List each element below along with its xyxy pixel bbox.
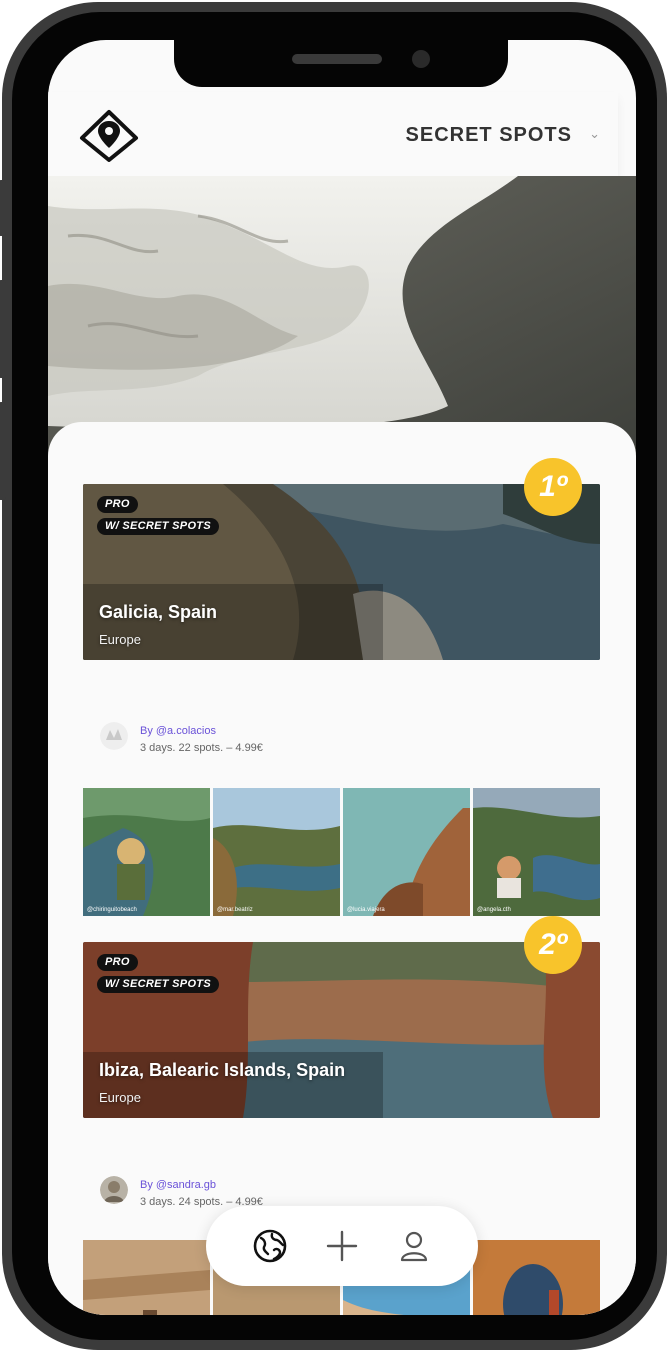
secret-spots-badge: W/ SECRET SPOTS	[97, 976, 219, 993]
plus-icon	[326, 1230, 358, 1262]
photo-caption: @chiringuitobeach	[87, 907, 137, 913]
guide-title: Galicia, Spain	[99, 602, 218, 622]
photo-thumbnail[interactable]: @angela.cth	[473, 788, 600, 916]
user-icon	[400, 1231, 428, 1262]
pro-badge: PRO	[97, 496, 138, 513]
avatar[interactable]	[100, 1176, 128, 1204]
app-screen: SECRET SPOTS ⌄ PRO W/ SECRET SPOTS Galic…	[48, 40, 636, 1315]
city-selector-label[interactable]: SECRET SPOTS	[406, 124, 572, 147]
photo-thumbnail[interactable]	[83, 1240, 210, 1315]
photo-thumbnail[interactable]	[473, 1240, 600, 1315]
author-link[interactable]: By @sandra.gb	[140, 1179, 216, 1191]
secret-spots-badge: W/ SECRET SPOTS	[97, 518, 219, 535]
rank-badge: 2º	[524, 916, 582, 974]
author-link[interactable]: By @a.colacios	[140, 725, 216, 737]
guide-photo-strip: @chiringuitobeach @mar.beatriz @lucia.vi…	[83, 788, 600, 916]
nav-add-button[interactable]	[320, 1224, 364, 1268]
nav-explore-button[interactable]	[248, 1224, 292, 1268]
volume-down-button	[0, 402, 6, 500]
speaker	[292, 54, 382, 64]
guide-meta: 3 days. 22 spots. – 4.99€	[140, 742, 263, 754]
photo-thumbnail[interactable]: @lucia.viajera	[343, 788, 470, 916]
guide-region: Europe	[99, 632, 141, 647]
nav-profile-button[interactable]	[392, 1224, 436, 1268]
guides-list: PRO W/ SECRET SPOTS Galicia, Spain Europ…	[48, 422, 636, 1315]
guide-title: Ibiza, Balearic Islands, Spain	[99, 1060, 346, 1080]
app-header: SECRET SPOTS ⌄	[48, 92, 618, 176]
rank-badge: 1º	[524, 458, 582, 516]
pro-badge: PRO	[97, 954, 138, 971]
guide-cover-image	[83, 942, 600, 1118]
guide-card-galicia[interactable]: PRO W/ SECRET SPOTS Galicia, Spain Europ…	[83, 484, 600, 660]
guide-cover-image	[83, 484, 600, 660]
photo-thumbnail[interactable]: @chiringuitobeach	[83, 788, 210, 916]
photo-caption: @mar.beatriz	[217, 907, 253, 913]
avatar[interactable]	[100, 722, 128, 750]
bottom-nav-bar	[206, 1206, 478, 1286]
chevron-down-icon[interactable]: ⌄	[589, 126, 600, 142]
silent-switch	[0, 180, 6, 236]
guide-region: Europe	[99, 1090, 141, 1105]
volume-up-button	[0, 280, 6, 378]
globe-icon	[253, 1229, 287, 1263]
photo-caption: @angela.cth	[477, 907, 511, 913]
map-pin-diamond-icon[interactable]	[78, 108, 140, 162]
front-camera	[412, 50, 430, 68]
photo-thumbnail[interactable]: @mar.beatriz	[213, 788, 340, 916]
photo-caption: @lucia.viajera	[347, 907, 385, 913]
guide-card-ibiza[interactable]: PRO W/ SECRET SPOTS Ibiza, Balearic Isla…	[83, 942, 600, 1118]
notch	[174, 40, 508, 87]
